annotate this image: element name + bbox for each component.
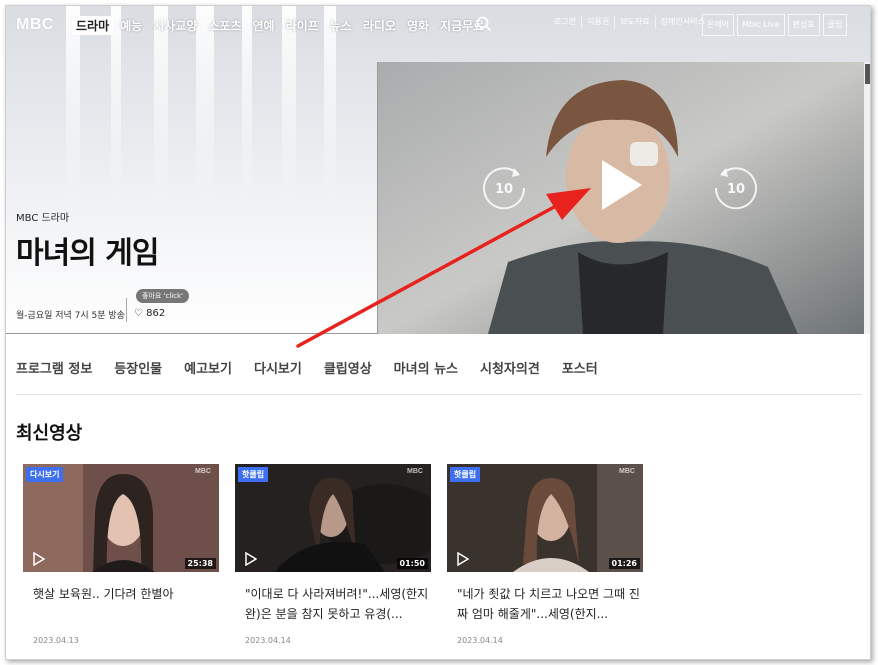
tab-viewer-opinions[interactable]: 시청자의견 [480, 358, 540, 377]
video-title[interactable]: 햇살 보육원.. 기다려 한별아 [23, 584, 219, 604]
like-divider [126, 298, 133, 322]
tab-posters[interactable]: 포스터 [562, 358, 598, 377]
video-thumbnail[interactable]: 핫클립 MBC 01:26 [447, 464, 643, 572]
clip-button[interactable]: 클립 [822, 14, 848, 36]
video-thumbnail[interactable]: 핫클립 MBC 01:50 [235, 464, 431, 572]
subscription-link[interactable]: 이용권 [581, 15, 614, 29]
rewind-10-icon[interactable]: 10 [478, 162, 530, 214]
video-type-badge: 다시보기 [26, 467, 64, 482]
latest-videos-title: 최신영상 [16, 423, 83, 444]
play-icon [245, 552, 257, 566]
forward-label: 10 [727, 182, 745, 197]
channel-label: MBC 드라마 [16, 213, 70, 224]
main-menu: 드라마 예능 시사교양 스포츠 연예 라이프 뉴스 라디오 영화 지금무료 [72, 16, 491, 35]
tab-news[interactable]: 마녀의 뉴스 [394, 358, 458, 377]
mbc-watermark: MBC [619, 468, 635, 475]
video-duration: 01:26 [608, 558, 640, 569]
tab-clips[interactable]: 클립영상 [324, 358, 372, 377]
global-nav: MBC 드라마 예능 시사교양 스포츠 연예 라이프 뉴스 라디오 영화 지금무… [6, 6, 870, 46]
press-link[interactable]: 보도자료 [614, 15, 654, 29]
like-button[interactable]: ♡ 862 [134, 308, 165, 319]
mbc-watermark: MBC [195, 468, 211, 475]
video-type-badge: 핫클립 [450, 467, 481, 482]
video-thumbnail[interactable]: 다시보기 MBC 25:38 [23, 464, 219, 572]
video-duration: 25:38 [184, 558, 216, 569]
rewind-label: 10 [495, 182, 513, 197]
menu-item-sports[interactable]: 스포츠 [204, 16, 245, 35]
tab-previews[interactable]: 예고보기 [184, 358, 232, 377]
broadcast-schedule: 월-금요일 저녁 7시 5분 방송 [16, 311, 125, 321]
onair-button[interactable]: 온에어 [702, 14, 735, 36]
mbc-logo[interactable]: MBC [16, 16, 54, 34]
program-title: 마녀의 게임 [16, 236, 159, 271]
video-date: 2023.04.14 [245, 636, 291, 645]
tab-characters[interactable]: 등장인물 [114, 358, 162, 377]
video-card[interactable]: 핫클립 MBC 01:50 "이대로 다 사라져버려!"...세영(한지완)은 … [235, 464, 431, 645]
play-icon [33, 552, 45, 566]
video-type-badge: 핫클립 [238, 467, 269, 482]
video-date: 2023.04.13 [33, 636, 79, 645]
video-card[interactable]: 다시보기 MBC 25:38 햇살 보육원.. 기다려 한별아 2023.04.… [23, 464, 219, 645]
menu-item-current-affairs[interactable]: 시사교양 [149, 16, 201, 35]
menu-item-drama[interactable]: 드라마 [72, 16, 114, 35]
menu-item-radio[interactable]: 라디오 [359, 16, 400, 35]
mbic-live-button[interactable]: Mbic Live [737, 14, 785, 36]
video-date: 2023.04.14 [457, 636, 503, 645]
mbc-watermark: MBC [407, 468, 423, 475]
menu-item-news[interactable]: 뉴스 [326, 16, 356, 35]
scrollbar-thumb[interactable] [865, 64, 870, 84]
forward-10-icon[interactable]: 10 [710, 162, 762, 214]
menu-item-celebrity[interactable]: 연예 [249, 16, 279, 35]
menu-item-life[interactable]: 라이프 [282, 16, 323, 35]
search-icon[interactable] [476, 16, 492, 32]
menu-item-entertainment[interactable]: 예능 [116, 16, 146, 35]
tab-program-info[interactable]: 프로그램 정보 [16, 358, 92, 377]
util-buttons: 온에어 Mbic Live 편성표 클립 [702, 14, 848, 36]
login-link[interactable]: 로그인 [549, 15, 581, 29]
util-links: 로그인 이용권 보도자료 장애인서비스 [549, 15, 710, 29]
play-icon [457, 552, 469, 566]
program-info-box [6, 62, 378, 334]
tab-replay[interactable]: 다시보기 [254, 358, 302, 377]
schedule-button[interactable]: 편성표 [787, 14, 820, 36]
video-title[interactable]: "이대로 다 사라져버려!"...세영(한지완)은 분을 참지 못하고 유경(.… [235, 584, 431, 624]
video-card[interactable]: 핫클립 MBC 01:26 "네가 죗값 다 치르고 나오면 그때 진짜 엄마 … [447, 464, 643, 645]
play-icon[interactable] [596, 156, 646, 214]
menu-item-movie[interactable]: 영화 [403, 16, 433, 35]
tabs-divider [16, 394, 862, 395]
video-duration: 01:50 [396, 558, 428, 569]
browser-frame: MBC 드라마 예능 시사교양 스포츠 연예 라이프 뉴스 라디오 영화 지금무… [5, 5, 871, 660]
scrollbar-track[interactable] [864, 62, 870, 334]
like-tooltip: 좋아요 'click' [136, 289, 190, 303]
video-title[interactable]: "네가 죗값 다 치르고 나오면 그때 진짜 엄마 해줄게"...세영(한지..… [447, 584, 643, 624]
program-tabs: 프로그램 정보 등장인물 예고보기 다시보기 클립영상 마녀의 뉴스 시청자의견… [16, 358, 620, 377]
